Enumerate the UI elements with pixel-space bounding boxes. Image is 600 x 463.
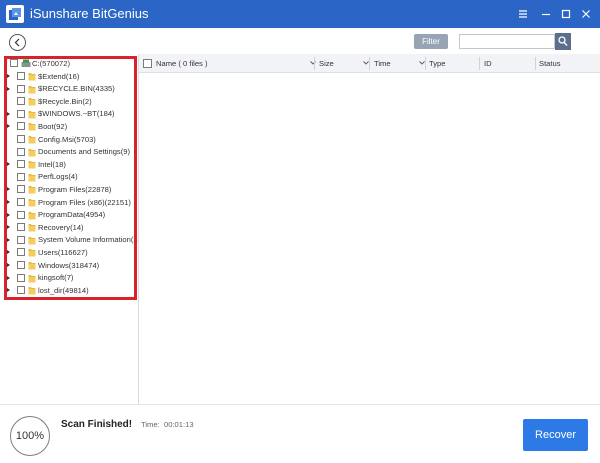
directory-tree: C:(570072) $Extend(16) $RECYCLE.BIN(4335)… [0, 54, 139, 404]
recover-button[interactable]: Recover [523, 419, 588, 451]
search-input[interactable] [459, 34, 555, 49]
chevron-down-icon[interactable] [310, 61, 316, 65]
filter-button[interactable]: Filter [414, 34, 448, 49]
file-list-header: Name ( 0 files ) Size Time Type ID Statu… [139, 54, 600, 73]
column-divider [369, 57, 370, 70]
column-size[interactable]: Size [319, 54, 334, 73]
minimize-icon[interactable] [537, 5, 555, 23]
file-list: Name ( 0 files ) Size Time Type ID Statu… [139, 54, 600, 404]
title-bar: iSunshare BitGenius [0, 0, 600, 28]
column-status[interactable]: Status [539, 54, 561, 73]
column-divider [314, 57, 315, 70]
column-time[interactable]: Time [374, 54, 391, 73]
column-divider [535, 57, 536, 70]
time-label: Time: [141, 420, 160, 429]
back-arrow-icon[interactable] [9, 34, 26, 51]
menu-icon[interactable] [514, 5, 532, 23]
column-divider [479, 57, 480, 70]
select-all-checkbox[interactable] [143, 59, 152, 68]
close-icon[interactable] [577, 5, 595, 23]
search-icon[interactable] [555, 33, 571, 50]
column-divider [425, 57, 426, 70]
progress-indicator: 100% [10, 416, 50, 456]
scan-status: Scan Finished! [61, 419, 133, 430]
app-title: iSunshare BitGenius [30, 6, 149, 21]
column-type[interactable]: Type [429, 54, 445, 73]
column-id[interactable]: ID [484, 54, 492, 73]
toolbar: Filter [0, 28, 600, 54]
app-logo [6, 5, 24, 23]
elapsed-time: 00:01:13 [164, 420, 194, 429]
column-name[interactable]: Name ( 0 files ) [156, 54, 207, 73]
tree-highlight-box [4, 56, 137, 300]
maximize-icon[interactable] [557, 5, 575, 23]
status-footer: 100% Scan Finished! Time: 00:01:13 Recov… [0, 404, 600, 463]
